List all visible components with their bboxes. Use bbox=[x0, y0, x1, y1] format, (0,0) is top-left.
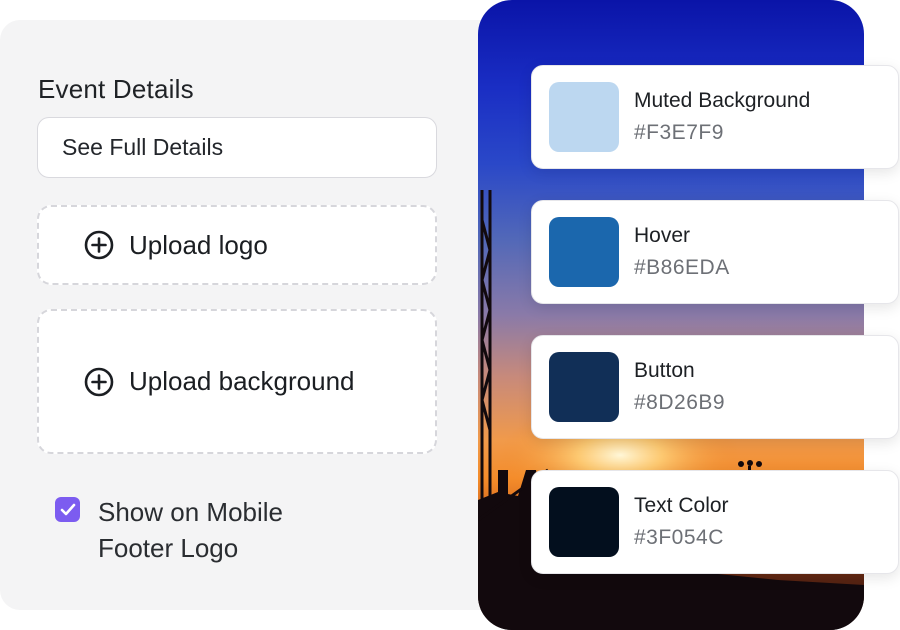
color-swatch bbox=[549, 82, 619, 152]
color-card-hover[interactable]: Hover #B86EDA bbox=[531, 200, 899, 304]
upload-background-dropzone[interactable]: Upload background bbox=[37, 309, 437, 454]
color-name: Text Color bbox=[634, 494, 729, 517]
stage: Event Details See Full Details Upload lo… bbox=[0, 0, 900, 630]
color-swatch bbox=[549, 487, 619, 557]
checkmark-icon bbox=[60, 503, 75, 516]
show-mobile-footer-logo-label: Show on Mobile Footer Logo bbox=[98, 497, 283, 563]
color-name: Hover bbox=[634, 224, 691, 247]
color-hex: #B86EDA bbox=[634, 256, 730, 279]
color-hex: #3F054C bbox=[634, 526, 724, 549]
color-name: Muted Background bbox=[634, 89, 811, 112]
upload-background-label: Upload background bbox=[129, 366, 355, 396]
color-name: Button bbox=[634, 359, 695, 382]
color-card-muted-background[interactable]: Muted Background #F3E7F9 bbox=[531, 65, 899, 169]
color-card-button[interactable]: Button #8D26B9 bbox=[531, 335, 899, 439]
color-card-text-color[interactable]: Text Color #3F054C bbox=[531, 470, 899, 574]
upload-logo-label: Upload logo bbox=[129, 229, 268, 260]
section-title: Event Details bbox=[38, 74, 194, 104]
color-hex: #F3E7F9 bbox=[634, 121, 724, 144]
plus-circle-icon bbox=[83, 366, 115, 398]
upload-logo-dropzone[interactable]: Upload logo bbox=[37, 205, 437, 285]
color-swatch bbox=[549, 352, 619, 422]
show-mobile-footer-logo-checkbox[interactable] bbox=[55, 497, 80, 522]
color-swatch bbox=[549, 217, 619, 287]
see-full-details-button[interactable]: See Full Details bbox=[37, 117, 437, 178]
show-mobile-footer-logo-option: Show on Mobile Footer Logo bbox=[55, 494, 338, 566]
color-hex: #8D26B9 bbox=[634, 391, 726, 414]
plus-circle-icon bbox=[83, 229, 115, 261]
